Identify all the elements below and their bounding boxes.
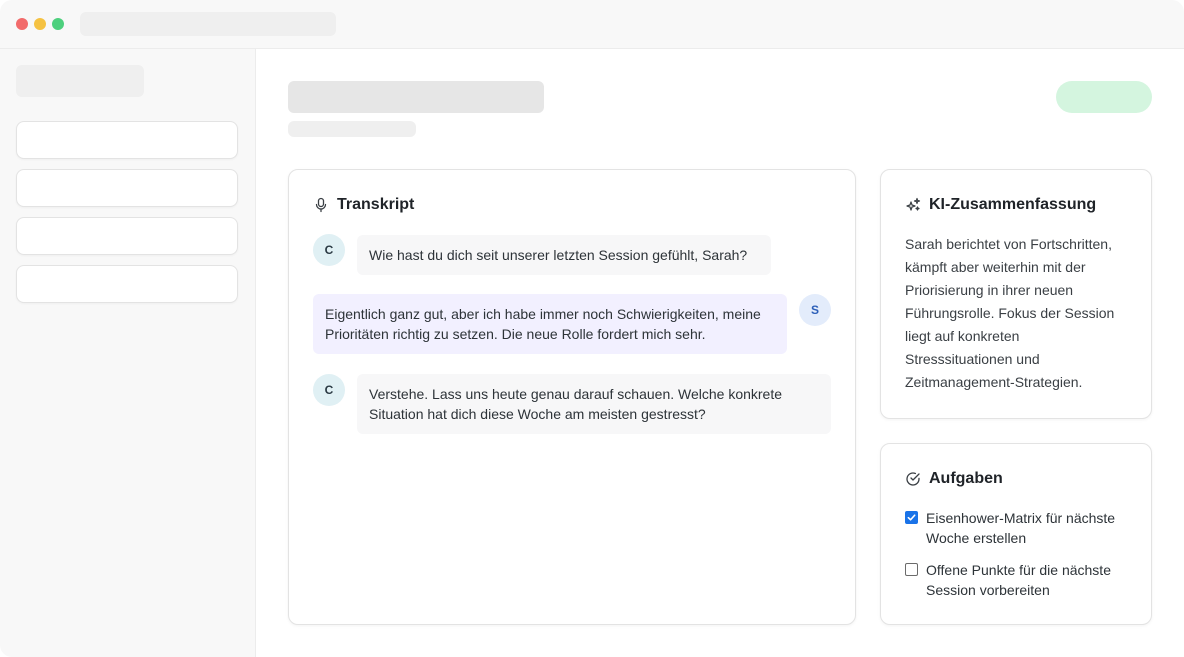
- address-bar-placeholder[interactable]: [80, 12, 336, 36]
- close-window-button[interactable]: [16, 18, 28, 30]
- summary-header: KI-Zusammenfassung: [905, 196, 1096, 214]
- app-window: Transkript C Wie hast du dich seit unser…: [0, 0, 1184, 657]
- minimize-window-button[interactable]: [34, 18, 46, 30]
- sidebar-item-4[interactable]: [16, 265, 238, 303]
- task-item[interactable]: Eisenhower-Matrix für nächste Woche erst…: [905, 508, 1135, 548]
- task-label: Eisenhower-Matrix für nächste Woche erst…: [926, 510, 1116, 546]
- summary-text: Sarah berichtet von Fortschritten, kämpf…: [905, 236, 1115, 390]
- message-bubble: Eigentlich ganz gut, aber ich habe immer…: [313, 294, 787, 354]
- task-checkbox-unchecked[interactable]: [905, 563, 918, 576]
- sidebar-logo-placeholder: [16, 65, 144, 97]
- summary-card: KI-Zusammenfassung Sarah berichtet von F…: [880, 169, 1152, 419]
- sidebar-item-2[interactable]: [16, 169, 238, 207]
- message-client: Eigentlich ganz gut, aber ich habe immer…: [313, 294, 831, 354]
- page-title-placeholder: [288, 81, 544, 113]
- avatar-client: S: [799, 294, 831, 326]
- microphone-icon: [315, 197, 327, 213]
- tasks-header: Aufgaben: [905, 470, 1003, 488]
- sparkles-icon: [906, 197, 921, 211]
- header-action-button-placeholder[interactable]: [1056, 81, 1152, 113]
- transcript-header: Transkript: [313, 196, 414, 214]
- check-circle-icon: [906, 472, 920, 486]
- message-bubble: Verstehe. Lass uns heute genau darauf sc…: [357, 374, 831, 434]
- message-bubble: Wie hast du dich seit unserer letzten Se…: [357, 235, 771, 275]
- transcript-card: Transkript C Wie hast du dich seit unser…: [288, 169, 856, 625]
- title-bar: [0, 0, 1184, 49]
- summary-title: KI-Zusammenfassung: [929, 196, 1097, 213]
- message-coach: C Wie hast du dich seit unserer letzten …: [313, 234, 771, 275]
- tasks-card: Aufgaben Eisenhower-Matrix für nächste W…: [880, 443, 1152, 625]
- avatar-coach: C: [313, 374, 345, 406]
- task-label: Offene Punkte für die nächste Session vo…: [926, 562, 1111, 598]
- avatar-coach: C: [313, 234, 345, 266]
- task-checkbox-checked[interactable]: [905, 511, 918, 524]
- tasks-title: Aufgaben: [929, 470, 1003, 487]
- sidebar-item-1[interactable]: [16, 121, 238, 159]
- page-subtitle-placeholder: [288, 121, 416, 137]
- sidebar: [0, 49, 256, 657]
- message-coach: C Verstehe. Lass uns heute genau darauf …: [313, 374, 831, 434]
- task-item[interactable]: Offene Punkte für die nächste Session vo…: [905, 560, 1135, 600]
- sidebar-item-3[interactable]: [16, 217, 238, 255]
- maximize-window-button[interactable]: [52, 18, 64, 30]
- checkmark-icon: [907, 514, 916, 521]
- transcript-title: Transkript: [337, 196, 415, 213]
